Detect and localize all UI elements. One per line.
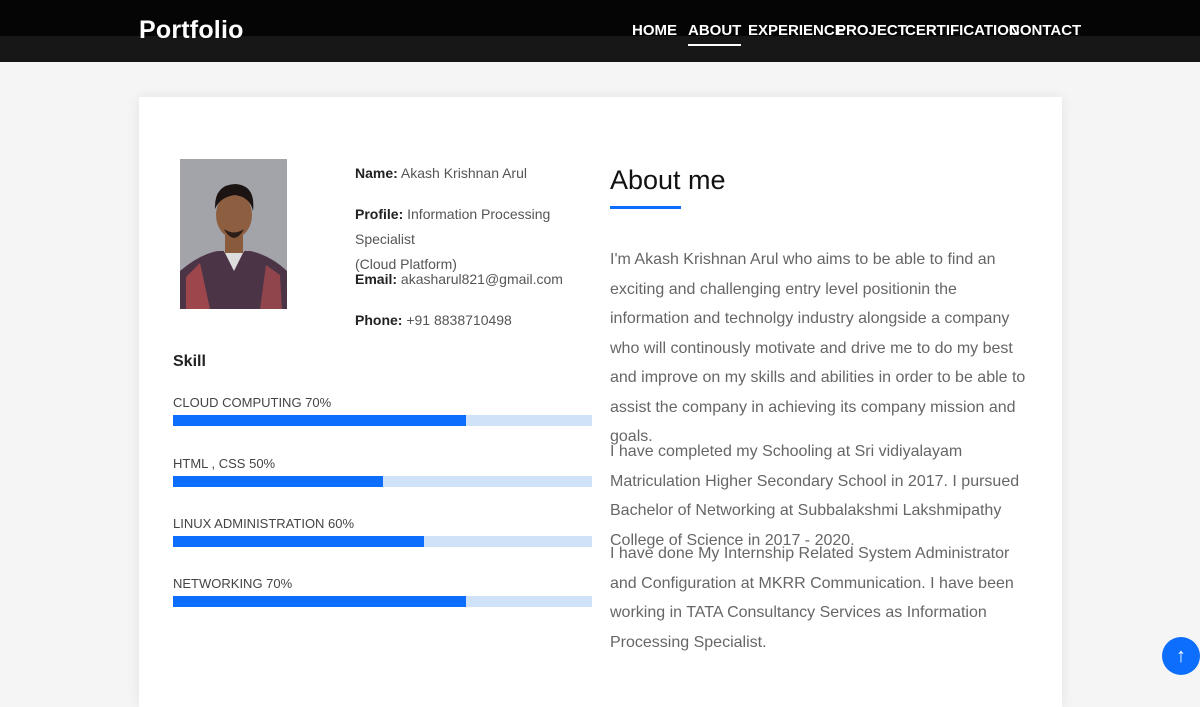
skill-progress-track [173,536,592,547]
about-card: Name: Akash Krishnan Arul Profile: Infor… [139,97,1062,707]
nav-about[interactable]: ABOUT [688,22,742,46]
about-title: About me [610,165,726,195]
skill-progress-fill [173,415,467,426]
email-label: Email: [355,271,398,287]
scroll-to-top-button[interactable]: ↑ [1162,637,1200,675]
name-value: Akash Krishnan Arul [400,165,527,181]
about-paragraph: I'm Akash Krishnan Arul who aims to be a… [610,251,1026,445]
skill-item: NETWORKING 70% [173,576,592,607]
about-title-underline [610,206,681,209]
skill-progress-track [173,596,592,607]
skill-item: LINUX ADMINISTRATION 60% [173,516,592,547]
skill-item: HTML , CSS 50% [173,456,592,487]
navbar: Portfolio HOME ABOUT EXPERIENCE PROJECT … [0,0,1200,62]
phone-value: +91 8838710498 [406,312,512,328]
nav-home[interactable]: HOME [632,22,677,39]
nav-contact[interactable]: CONTACT [1009,22,1081,39]
info-email: Email: akasharul821@gmail.com [355,267,585,292]
skill-progress-track [173,415,592,426]
nav-experience[interactable]: EXPERIENCE [748,22,845,39]
skill-progress-track [173,476,592,487]
skill-item: CLOUD COMPUTING 70% [173,395,592,426]
phone-label: Phone: [355,312,403,328]
skill-label: LINUX ADMINISTRATION 60% [173,516,355,531]
arrow-up-icon: ↑ [1176,645,1186,667]
email-value: akasharul821@gmail.com [400,271,563,287]
about-paragraph: I have completed my Schooling at Sri vid… [610,443,1020,549]
nav-project[interactable]: PROJECT [836,22,907,39]
nav-certification[interactable]: CERTIFICATION [905,22,1020,39]
skill-label: CLOUD COMPUTING 70% [173,395,332,410]
skill-progress-fill [173,596,467,607]
main-nav: HOME ABOUT EXPERIENCE PROJECT CERTIFICAT… [0,22,1200,52]
profile-photo-illustration [180,159,287,309]
info-name: Name: Akash Krishnan Arul [355,161,585,186]
skill-progress-fill [173,536,425,547]
profile-label: Profile: [355,206,404,222]
skill-label: NETWORKING 70% [173,576,293,591]
skill-title: Skill [173,353,206,370]
profile-photo [180,159,287,309]
info-profile: Profile: Information Processing Speciali… [355,202,585,277]
skill-progress-fill [173,476,383,487]
skill-label: HTML , CSS 50% [173,456,276,471]
about-paragraph: I have done My Internship Related System… [610,545,1014,651]
name-label: Name: [355,165,398,181]
info-phone: Phone: +91 8838710498 [355,308,585,333]
